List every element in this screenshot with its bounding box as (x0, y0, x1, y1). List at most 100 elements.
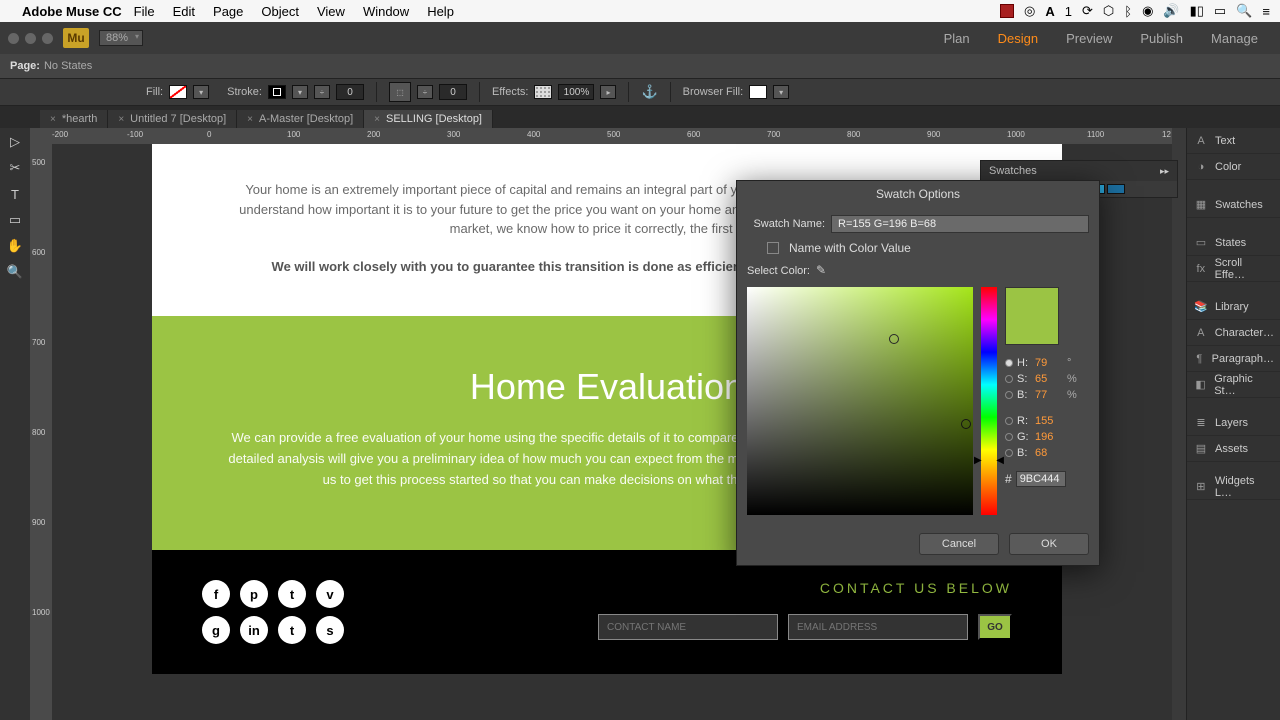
airplay-icon[interactable]: ▭ (1214, 3, 1226, 19)
vimeo-icon[interactable]: v (316, 580, 344, 608)
effects-swatch[interactable] (534, 85, 552, 99)
volume-icon[interactable]: 🔊 (1163, 3, 1179, 19)
panel-layers[interactable]: ≣Layers (1187, 410, 1280, 436)
sv-picker[interactable] (747, 287, 973, 515)
radio-bb[interactable] (1005, 449, 1013, 457)
crop-tool-icon[interactable]: ✂ (7, 160, 23, 176)
panel-library[interactable]: 📚Library (1187, 294, 1280, 320)
fill-menu[interactable]: ▾ (193, 85, 209, 99)
panel-text[interactable]: AText (1187, 128, 1280, 154)
ok-button[interactable]: OK (1009, 533, 1089, 555)
stroke-menu[interactable]: ▾ (292, 85, 308, 99)
swatch-name-input[interactable] (831, 215, 1089, 233)
close-icon[interactable]: × (118, 114, 124, 125)
menu-file[interactable]: File (134, 4, 155, 19)
cancel-button[interactable]: Cancel (919, 533, 999, 555)
browser-fill-menu[interactable]: ▾ (773, 85, 789, 99)
pinterest-icon[interactable]: p (240, 580, 268, 608)
tab-untitled[interactable]: ×Untitled 7 [Desktop] (108, 110, 237, 128)
page-state[interactable]: No States (44, 60, 92, 72)
hex-input[interactable] (1016, 471, 1066, 487)
battery-icon[interactable]: ▮▯ (1190, 3, 1204, 19)
skype-icon[interactable]: s (316, 616, 344, 644)
stroke-step[interactable]: ÷ (314, 85, 330, 99)
corner-icon[interactable]: ⬚ (389, 82, 411, 102)
text-tool-icon[interactable]: T (7, 186, 23, 202)
cc-icon[interactable]: ◎ (1024, 3, 1035, 19)
close-icon[interactable] (8, 33, 19, 44)
mode-publish[interactable]: Publish (1140, 31, 1183, 46)
menu-page[interactable]: Page (213, 4, 243, 19)
effects-menu[interactable]: ▸ (600, 85, 616, 99)
eyedropper-icon[interactable]: ✎ (816, 263, 832, 279)
sv-cursor-alt[interactable] (961, 419, 971, 429)
facebook-icon[interactable]: f (202, 580, 230, 608)
tumblr-icon[interactable]: t (278, 616, 306, 644)
wifi-icon[interactable]: ◉ (1142, 3, 1153, 19)
twitter-icon[interactable]: t (278, 580, 306, 608)
dropbox-icon[interactable]: ⬡ (1103, 3, 1114, 19)
browser-fill-swatch[interactable] (749, 85, 767, 99)
status-icon[interactable] (1000, 4, 1014, 18)
close-icon[interactable]: × (247, 114, 253, 125)
mode-plan[interactable]: Plan (944, 31, 970, 46)
hue-pointer[interactable]: ▶ (974, 455, 982, 466)
close-icon[interactable]: × (50, 114, 56, 125)
gplus-icon[interactable]: g (202, 616, 230, 644)
sv-cursor[interactable] (889, 334, 899, 344)
anchor-icon[interactable]: ⚓ (641, 84, 657, 100)
radio-h[interactable] (1005, 359, 1013, 367)
radio-g[interactable] (1005, 433, 1013, 441)
minimize-icon[interactable] (25, 33, 36, 44)
bluetooth-icon[interactable]: ᛒ (1124, 4, 1132, 19)
rect-tool-icon[interactable]: ▭ (7, 212, 23, 228)
zoom-tool-icon[interactable]: 🔍 (7, 264, 23, 280)
corner-step[interactable]: ÷ (417, 85, 433, 99)
stroke-value[interactable] (336, 84, 364, 100)
tab-amaster[interactable]: ×A-Master [Desktop] (237, 110, 364, 128)
linkedin-icon[interactable]: in (240, 616, 268, 644)
tab-hearth[interactable]: ×*hearth (40, 110, 108, 128)
panel-assets[interactable]: ▤Assets (1187, 436, 1280, 462)
sync-icon[interactable]: ⟳ (1082, 3, 1093, 19)
menu-icon[interactable]: ≡ (1262, 4, 1270, 19)
menu-object[interactable]: Object (261, 4, 299, 19)
panel-paragraph[interactable]: ¶Paragraph… (1187, 346, 1280, 372)
menu-help[interactable]: Help (427, 4, 454, 19)
menu-view[interactable]: View (317, 4, 345, 19)
panel-color[interactable]: ◑Color (1187, 154, 1280, 180)
radio-r[interactable] (1005, 417, 1013, 425)
name-with-value-checkbox[interactable] (767, 242, 779, 254)
radio-s[interactable] (1005, 375, 1013, 383)
close-icon[interactable]: × (374, 114, 380, 125)
mode-preview[interactable]: Preview (1066, 31, 1112, 46)
radio-b[interactable] (1005, 391, 1013, 399)
panel-character[interactable]: ACharacter… (1187, 320, 1280, 346)
hue-pointer[interactable]: ◀ (996, 455, 1004, 466)
g-value[interactable]: 196 (1035, 431, 1063, 443)
hue-slider[interactable]: ▶ ◀ (981, 287, 997, 515)
stroke-swatch[interactable] (268, 85, 286, 99)
corner-value[interactable] (439, 84, 467, 100)
contact-email-input[interactable] (788, 614, 968, 640)
panel-states[interactable]: ▭States (1187, 230, 1280, 256)
fill-swatch[interactable] (169, 85, 187, 99)
panel-graphic[interactable]: ◧Graphic St… (1187, 372, 1280, 398)
menu-edit[interactable]: Edit (173, 4, 195, 19)
go-button[interactable]: GO (978, 614, 1012, 640)
panel-scroll[interactable]: fxScroll Effe… (1187, 256, 1280, 282)
collapse-icon[interactable]: ▸▸ (1160, 166, 1169, 177)
panel-widgets[interactable]: ⊞Widgets L… (1187, 474, 1280, 500)
menu-window[interactable]: Window (363, 4, 409, 19)
scrollbar[interactable] (1172, 128, 1186, 720)
r-value[interactable]: 155 (1035, 415, 1063, 427)
mode-manage[interactable]: Manage (1211, 31, 1258, 46)
adobe-icon[interactable]: A (1045, 4, 1054, 19)
zoom-select[interactable]: 88% (99, 30, 143, 46)
mode-design[interactable]: Design (998, 31, 1038, 46)
bb-value[interactable]: 68 (1035, 447, 1063, 459)
search-icon[interactable]: 🔍 (1236, 3, 1252, 19)
b-value[interactable]: 77 (1035, 389, 1063, 401)
window-controls[interactable] (8, 33, 53, 44)
contact-name-input[interactable] (598, 614, 778, 640)
